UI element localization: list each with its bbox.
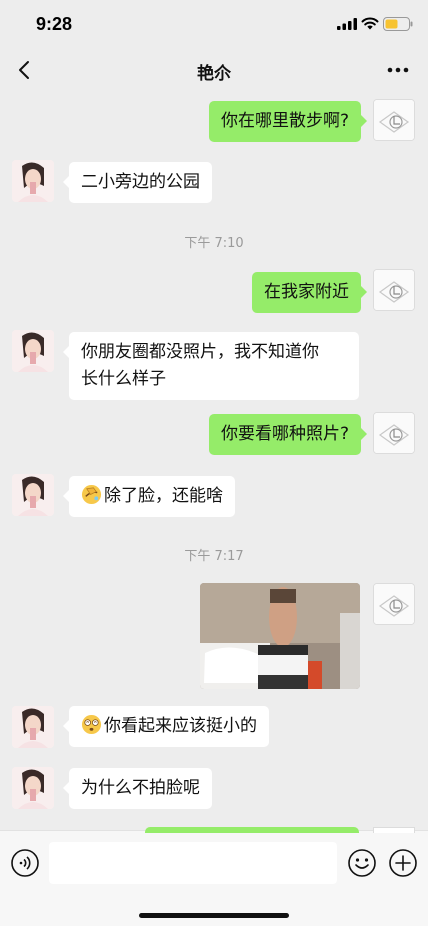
my-message-bubble[interactable]: 你要看哪种照片?: [208, 414, 368, 455]
message-text: 你在哪里散步啊?: [220, 111, 349, 131]
contact-avatar[interactable]: [12, 767, 54, 809]
partial-message-bubble: [145, 827, 359, 833]
status-bar: 9:28: [0, 0, 428, 48]
avatar-image: [12, 706, 54, 748]
avatar-image: [374, 100, 414, 140]
contact-avatar[interactable]: [12, 706, 54, 748]
status-time: 9:28: [36, 14, 73, 34]
avatar-image: [374, 270, 414, 310]
plus-icon[interactable]: [388, 848, 418, 878]
message-text: 在我家附近: [264, 282, 349, 302]
dizzy-face-emoji-icon: [81, 714, 102, 735]
my-avatar[interactable]: [373, 99, 415, 141]
my-avatar[interactable]: [373, 583, 415, 625]
message-text: 除了脸，还能啥: [104, 486, 223, 506]
partial-avatar: [373, 827, 415, 833]
message-list[interactable]: 你在哪里散步啊? 二小旁边的公园 下午 7:10 在我家附近 你朋友圈都没照片，…: [0, 92, 428, 830]
avatar-image: [374, 413, 414, 453]
contact-message-bubble[interactable]: 为什么不拍脸呢: [63, 768, 212, 809]
my-avatar[interactable]: [373, 412, 415, 454]
my-message-bubble[interactable]: 在我家附近: [252, 272, 367, 313]
avatar-image: [12, 160, 54, 202]
chat-header: 艳尒: [0, 48, 428, 92]
contact-avatar[interactable]: [12, 330, 54, 372]
avatar-image: [12, 330, 54, 372]
input-bar: [0, 827, 428, 926]
message-timestamp: 下午 7:17: [184, 549, 244, 564]
more-button[interactable]: [384, 58, 412, 82]
my-message-bubble[interactable]: 你在哪里散步啊?: [208, 101, 368, 142]
message-text: 二小旁边的公园: [81, 172, 200, 192]
message-timestamp: 下午 7:10: [184, 236, 244, 251]
facepalm-emoji-icon: [81, 484, 102, 505]
home-indicator[interactable]: [139, 913, 289, 918]
contact-message-bubble[interactable]: 二小旁边的公园: [63, 162, 212, 203]
message-text: 你要看哪种照片?: [220, 424, 349, 444]
more-dots-icon: [387, 67, 409, 73]
contact-message-bubble[interactable]: 你看起来应该挺小的: [63, 706, 269, 747]
avatar-image: [374, 584, 414, 624]
signal-icon: [337, 18, 357, 30]
photo-thumbnail: [200, 583, 360, 689]
wifi-icon: [361, 17, 379, 30]
emoji-icon[interactable]: [347, 848, 377, 878]
avatar-image: [12, 767, 54, 809]
contact-message-bubble[interactable]: 你朋友圈都没照片，我不知道你 长什么样子: [63, 332, 359, 400]
message-text: 你看起来应该挺小的: [104, 716, 257, 736]
message-input[interactable]: [49, 842, 337, 884]
message-text: 为什么不拍脸呢: [81, 778, 200, 798]
contact-avatar[interactable]: [12, 474, 54, 516]
contact-avatar[interactable]: [12, 160, 54, 202]
my-avatar[interactable]: [373, 269, 415, 311]
message-text-line: 你朋友圈都没照片，我不知道你: [81, 342, 319, 362]
chat-title: 艳尒: [197, 64, 231, 84]
avatar-image: [12, 474, 54, 516]
photo-message[interactable]: [200, 583, 360, 689]
message-text-line: 长什么样子: [81, 369, 166, 389]
battery-icon: [383, 17, 413, 31]
contact-message-bubble[interactable]: 除了脸，还能啥: [63, 476, 235, 517]
voice-icon[interactable]: [10, 848, 40, 878]
